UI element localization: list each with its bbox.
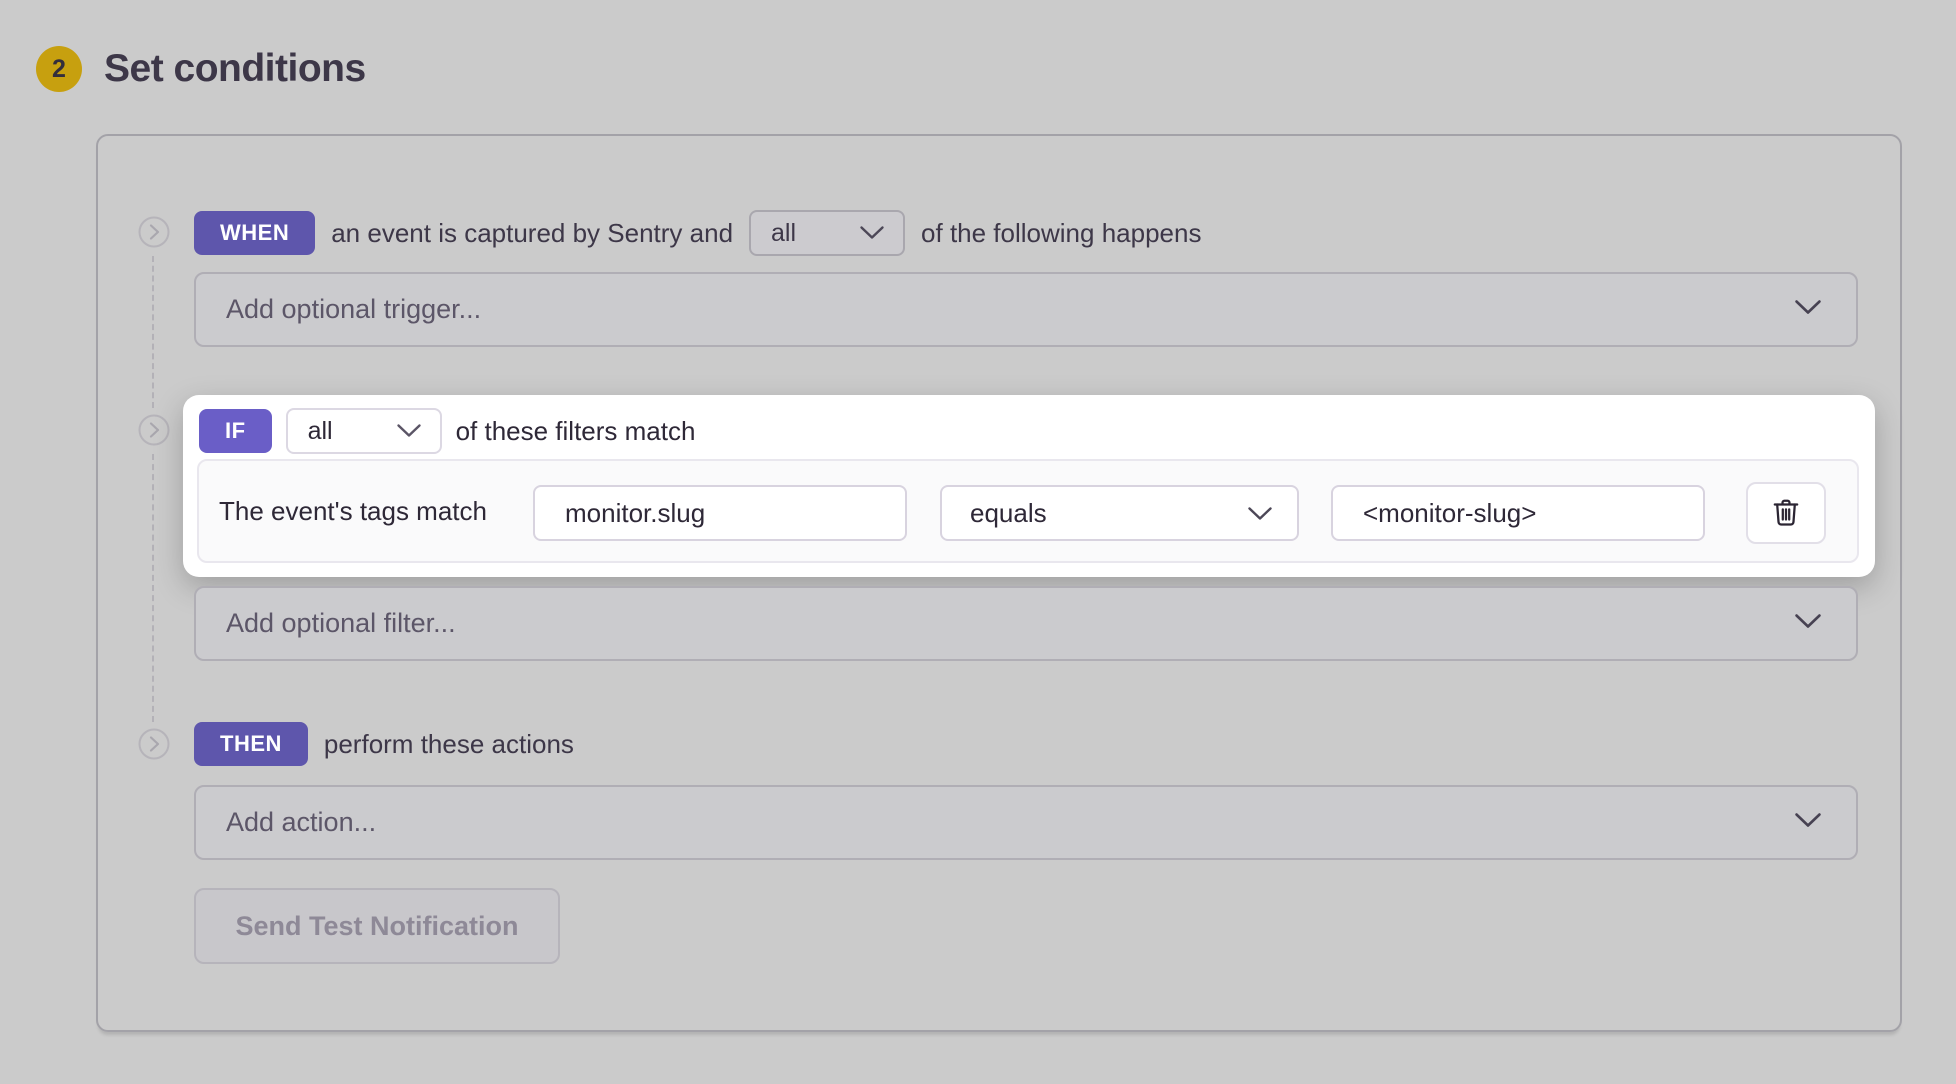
add-filter-placeholder: Add optional filter...	[226, 608, 456, 639]
when-badge: WHEN	[194, 211, 315, 255]
step-number-badge: 2	[36, 46, 82, 92]
chevron-right-circle-icon	[138, 216, 170, 248]
chevron-down-icon	[1794, 812, 1822, 834]
when-row: WHEN an event is captured by Sentry and …	[194, 211, 1201, 255]
then-row: THEN perform these actions	[194, 722, 574, 766]
filter-key-input[interactable]	[533, 485, 907, 541]
chevron-down-icon	[396, 417, 422, 446]
if-row: IF all of these filters match	[199, 408, 695, 454]
step-connector-line	[152, 256, 154, 408]
if-match-select-value: all	[308, 417, 333, 446]
trash-icon	[1770, 496, 1802, 531]
filter-comparison-value: equals	[970, 498, 1047, 529]
add-action-select[interactable]: Add action...	[194, 785, 1858, 860]
step-connector-line	[152, 454, 154, 722]
then-badge: THEN	[194, 722, 308, 766]
send-test-notification-button[interactable]: Send Test Notification	[194, 888, 560, 964]
chevron-down-icon	[859, 219, 885, 248]
then-text-after: perform these actions	[324, 729, 574, 760]
if-conditions-card: IF all of these filters match The event'…	[183, 395, 1875, 577]
add-action-placeholder: Add action...	[226, 807, 376, 838]
chevron-right-circle-icon	[138, 414, 170, 446]
step-header: 2 Set conditions	[36, 46, 366, 92]
chevron-down-icon	[1794, 299, 1822, 321]
when-match-select-value: all	[771, 219, 796, 248]
filter-value-input[interactable]	[1331, 485, 1705, 541]
delete-filter-button[interactable]	[1746, 482, 1826, 544]
add-trigger-placeholder: Add optional trigger...	[226, 294, 481, 325]
when-text-before: an event is captured by Sentry and	[331, 218, 733, 249]
if-badge: IF	[199, 409, 272, 453]
add-trigger-select[interactable]: Add optional trigger...	[194, 272, 1858, 347]
if-match-select[interactable]: all	[286, 408, 442, 454]
add-filter-select[interactable]: Add optional filter...	[194, 586, 1858, 661]
page-title: Set conditions	[104, 47, 366, 91]
filter-condition-row: The event's tags match equals	[197, 459, 1859, 563]
chevron-right-circle-icon	[138, 728, 170, 760]
when-text-after: of the following happens	[921, 218, 1201, 249]
filter-label: The event's tags match	[219, 461, 487, 561]
conditions-panel: WHEN an event is captured by Sentry and …	[96, 134, 1902, 1032]
chevron-down-icon	[1794, 613, 1822, 635]
if-text-after: of these filters match	[456, 416, 696, 447]
when-match-select[interactable]: all	[749, 210, 905, 256]
filter-comparison-select[interactable]: equals	[940, 485, 1299, 541]
chevron-down-icon	[1247, 498, 1273, 529]
